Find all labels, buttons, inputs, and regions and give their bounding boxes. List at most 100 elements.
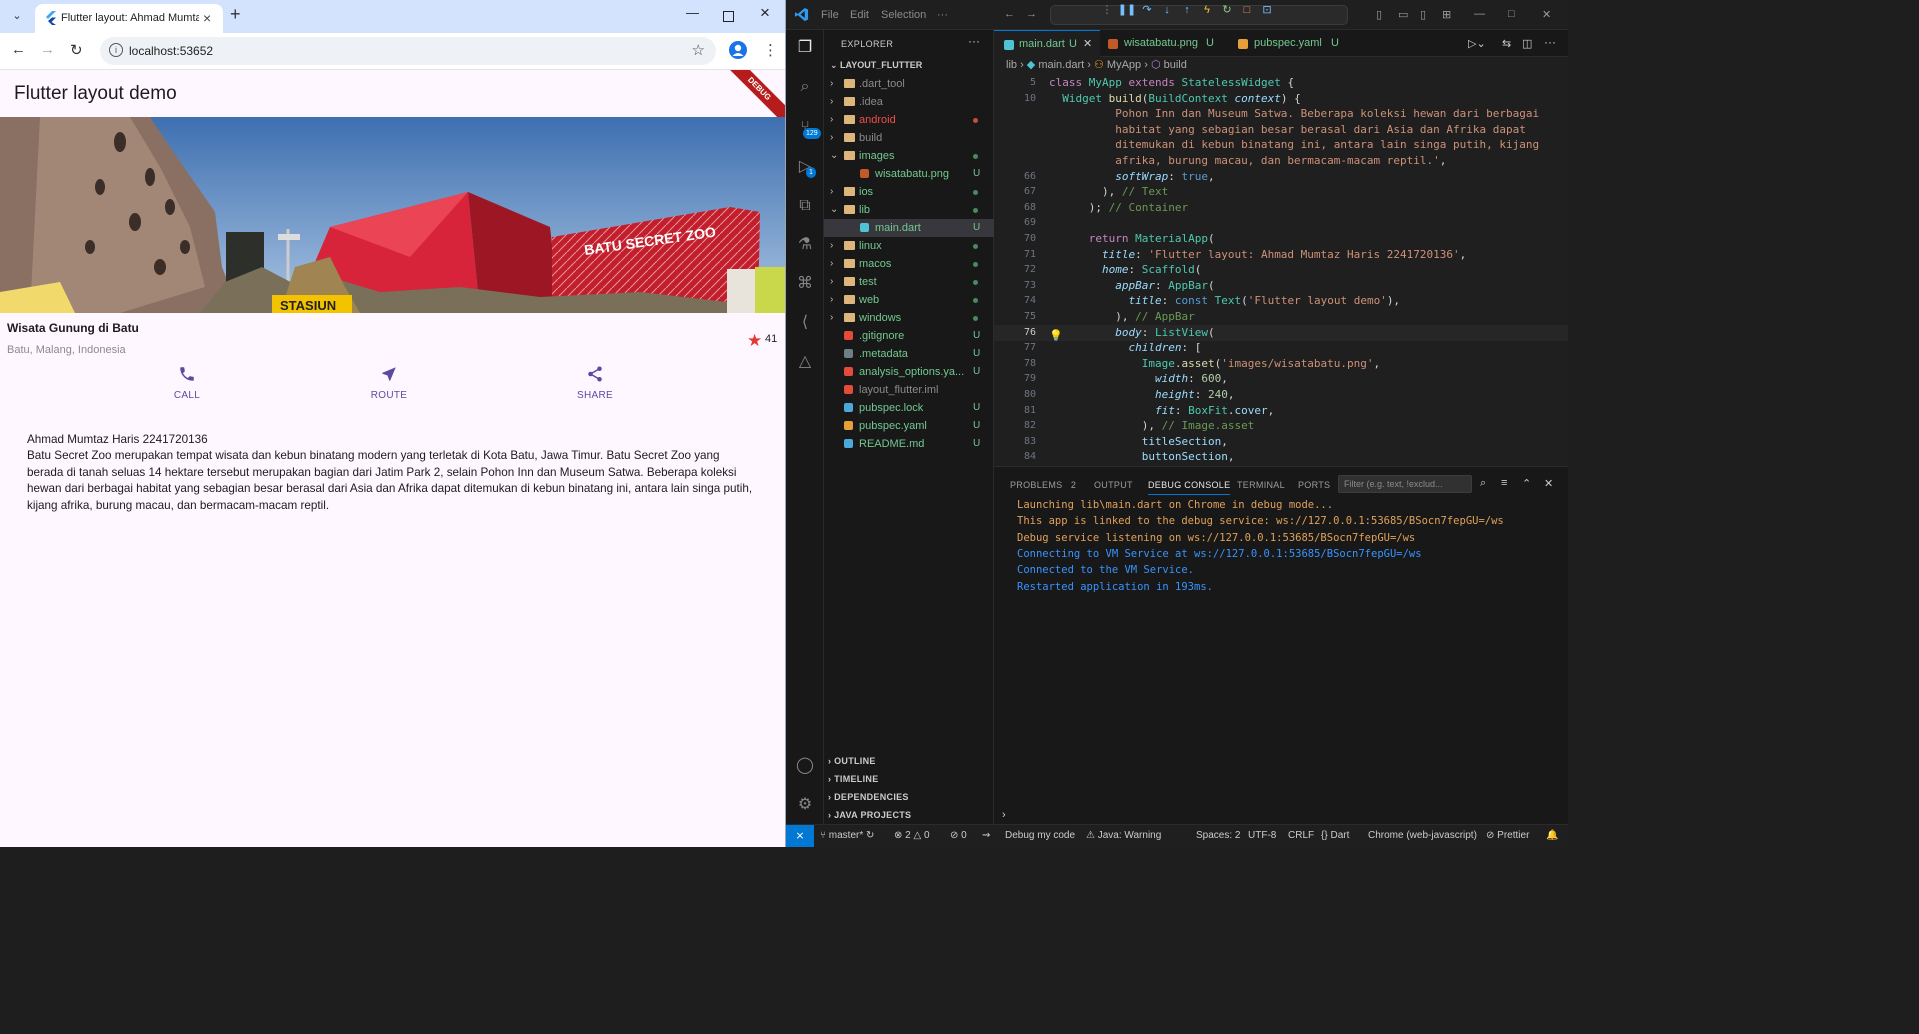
tree-item[interactable]: analysis_options.ya... U [824,363,994,381]
code-line[interactable]: 5 class MyApp extends StatelessWidget { [994,75,1568,91]
tree-item[interactable]: › .dart_tool [824,75,994,93]
window-close-icon[interactable]: ✕ [1542,8,1551,21]
maximize-panel-icon[interactable]: ⌃ [1522,477,1531,490]
language-status[interactable]: {} Dart [1321,830,1349,841]
remote-icon[interactable]: ⨯ [786,825,814,847]
tab-close-icon[interactable]: × [203,10,211,26]
code-line[interactable]: 67 ), // Text [994,184,1568,200]
menu-file[interactable]: File [821,9,839,21]
bookmark-star-icon[interactable]: ☆ [692,41,705,59]
console-filter-input[interactable]: Filter (e.g. text, !exclud... [1338,475,1472,493]
split-editor-icon[interactable]: ◫ [1522,37,1532,50]
close-panel-icon[interactable]: ✕ [1544,477,1553,490]
tree-item[interactable]: main.dart U [824,219,994,237]
code-line[interactable]: 75 ), // AppBar [994,309,1568,325]
browser-menu-icon[interactable]: ⋮ [763,41,778,59]
accounts-icon[interactable]: ◯ [795,756,815,776]
chevron-right-icon[interactable]: › [830,273,833,291]
code-line[interactable]: 83 titleSection, [994,434,1568,450]
open-changes-icon[interactable]: ⇆ [1502,37,1511,50]
code-line[interactable]: 74 title: const Text('Flutter layout dem… [994,293,1568,309]
window-maximize-icon[interactable]: □ [1508,8,1515,20]
explorer-more-icon[interactable]: ··· [968,34,980,48]
toggle-secondary-sidebar-icon[interactable]: ▯ [1420,8,1426,21]
profile-avatar-icon[interactable] [729,41,747,59]
panel-tab-terminal[interactable]: TERMINAL [1237,480,1285,490]
chevron-down-icon[interactable]: ⌄ [830,147,838,165]
panel-tab-output[interactable]: OUTPUT [1094,480,1133,490]
browser-tab[interactable]: Flutter layout: Ahmad Mumtaz × [35,4,223,33]
code-line[interactable]: 78 Image.asset('images/wisatabatu.png', [994,356,1568,372]
route-button[interactable]: ROUTE [349,365,429,401]
hot-reload-icon[interactable]: ϟ [1197,4,1217,16]
info-status[interactable]: ⊘ 0 [950,830,967,841]
tree-item[interactable]: › linux [824,237,994,255]
run-split-icon[interactable]: ▷⌄ [1468,37,1486,50]
menu-more[interactable]: ··· [937,9,948,21]
new-tab-plus-icon[interactable]: + [230,4,241,25]
tree-item[interactable]: pubspec.lock U [824,399,994,417]
chevron-right-icon[interactable]: › [830,111,833,129]
url-text[interactable]: localhost:53652 [129,44,213,58]
reload-icon[interactable]: ↻ [70,41,83,59]
step-out-icon[interactable]: ↑ [1177,4,1197,16]
address-bar[interactable]: i localhost:53652 ☆ [100,37,716,65]
nav-back-icon[interactable]: ← [1004,8,1015,20]
toggle-panel-icon[interactable]: ▭ [1398,8,1408,21]
customize-layout-icon[interactable]: ⊞ [1442,8,1451,21]
extensions-icon[interactable]: ⧉ [795,196,815,216]
tree-item[interactable]: .metadata U [824,345,994,363]
code-line[interactable]: 71 title: 'Flutter layout: Ahmad Mumtaz … [994,247,1568,263]
editor-more-icon[interactable]: ··· [1544,35,1556,49]
menu-selection[interactable]: Selection [881,9,926,21]
code-line[interactable]: 76 body: ListView( [994,324,1568,341]
code-line[interactable]: 70 return MaterialApp( [994,231,1568,247]
chevron-right-icon[interactable]: › [830,309,833,327]
tree-item[interactable]: › macos [824,255,994,273]
code-line[interactable]: 80 height: 240, [994,387,1568,403]
branch-status[interactable]: ⑂ master* ↻ [820,830,874,841]
editor-tab-main-dart[interactable]: main.dart U ✕ [994,30,1100,57]
editor-tab-pubspec[interactable]: pubspec.yaml U [1230,30,1350,57]
indent-status[interactable]: Spaces: 2 [1196,830,1240,841]
code-line[interactable]: 73 appBar: AppBar( [994,278,1568,294]
breadcrumb-item[interactable]: lib [1006,59,1017,71]
eol-status[interactable]: CRLF [1288,830,1314,841]
section-outline[interactable]: › OUTLINE [828,756,876,766]
code-line[interactable]: 68 ); // Container [994,200,1568,216]
tree-item[interactable]: ⌄ lib [824,201,994,219]
tree-item[interactable]: › web [824,291,994,309]
editor-tab-wisatabatu[interactable]: wisatabatu.png U [1100,30,1230,57]
explorer-icon[interactable]: ❐ [795,38,815,58]
tree-item[interactable]: ⌄ images [824,147,994,165]
breadcrumb-item[interactable]: MyApp [1107,59,1141,71]
debug-config-icon[interactable]: ⇝ [982,830,990,841]
problems-status[interactable]: ⊗ 2 △ 0 [894,830,930,841]
testing-flask-icon[interactable]: ⚗ [795,235,815,255]
forward-arrow-icon[interactable]: → [40,41,55,58]
code-line[interactable]: 81 fit: BoxFit.cover, [994,403,1568,419]
code-line[interactable]: afrika, burung macau, dan bermacam-macam… [994,153,1568,169]
java-status[interactable]: ⚠ Java: Warning [1086,830,1161,841]
clear-console-icon[interactable]: ≡ [1501,477,1507,489]
chevron-right-icon[interactable]: › [830,237,833,255]
prettier-status[interactable]: ⊘ Prettier [1486,830,1529,841]
flutter-icon[interactable]: ⟨ [795,313,815,333]
breadcrumb-item[interactable]: main.dart [1038,59,1084,71]
chevron-down-icon[interactable]: ⌄ [830,201,838,219]
code-line[interactable]: 69 [994,215,1568,231]
minimize-icon[interactable]: — [686,5,699,20]
devtools-icon[interactable]: ⊡ [1257,3,1277,16]
debug-config-status[interactable]: Debug my code [1005,830,1075,841]
code-line[interactable]: 66 softWrap: true, [994,169,1568,185]
search-icon[interactable]: ⌕ [795,77,815,97]
menu-edit[interactable]: Edit [850,9,869,21]
chevron-right-icon[interactable]: › [830,129,833,147]
tree-item[interactable]: layout_flutter.iml [824,381,994,399]
encoding-status[interactable]: UTF-8 [1248,830,1276,841]
panel-tab-problems[interactable]: PROBLEMS 2 [1010,480,1076,490]
panel-tab-debug-console[interactable]: DEBUG CONSOLE [1148,480,1231,495]
section-java-projects[interactable]: › JAVA PROJECTS [828,810,911,820]
chevron-right-icon[interactable]: › [830,255,833,273]
tab-close-icon[interactable]: ✕ [1083,31,1092,58]
